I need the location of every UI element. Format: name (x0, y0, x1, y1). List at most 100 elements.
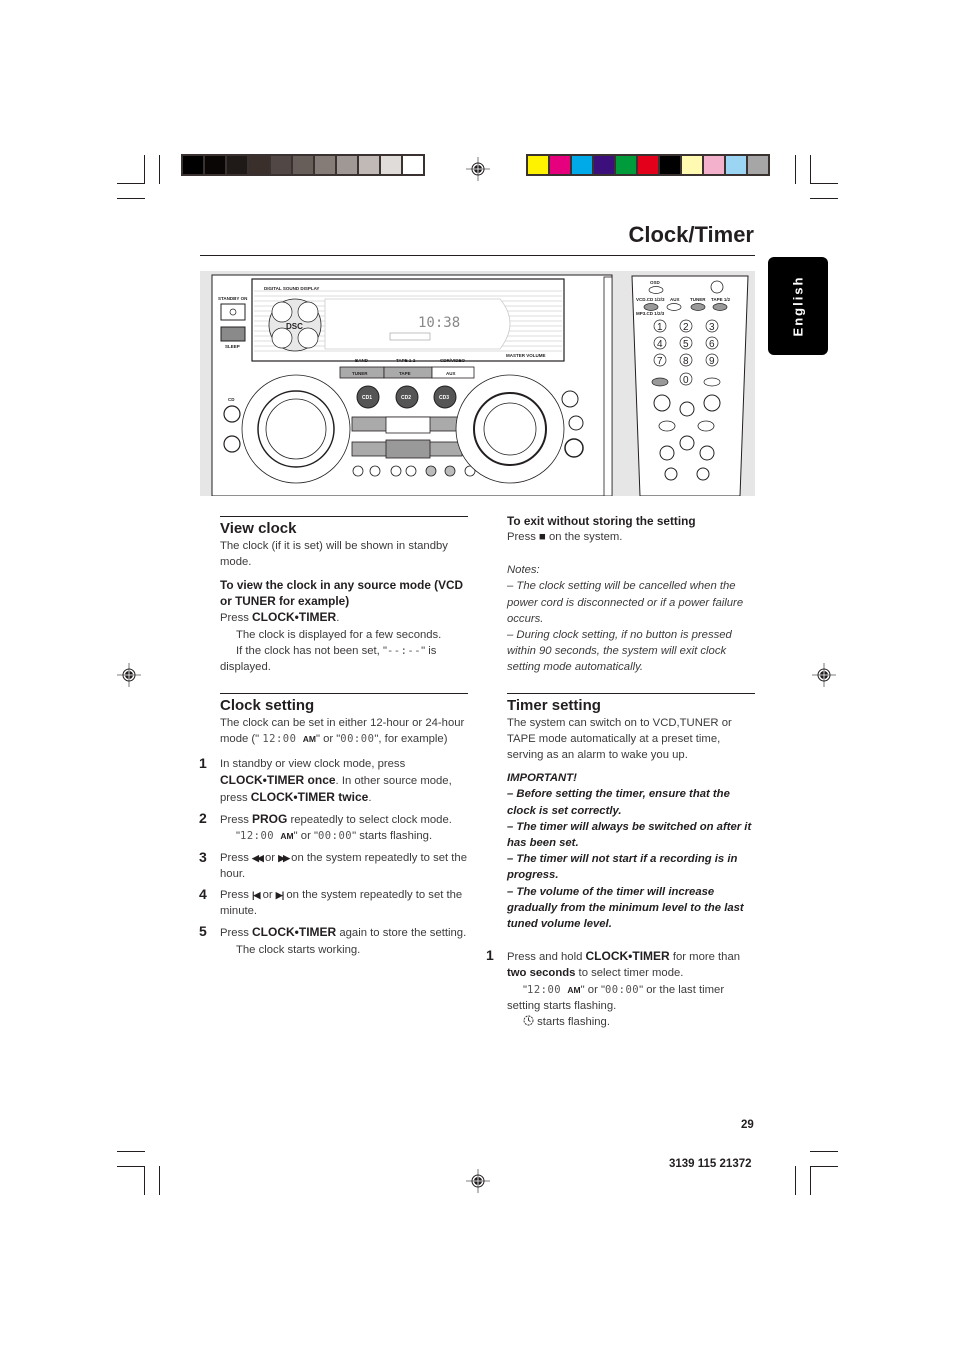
remote-next-button[interactable] (697, 420, 715, 432)
standby-label: STANDBY ON (218, 296, 247, 301)
step-key: two seconds (507, 967, 576, 980)
remote-tape-button[interactable] (712, 303, 728, 311)
rewind-icon: ◀◀ (252, 852, 264, 863)
remote-stop-button[interactable] (679, 435, 695, 451)
remote-digit-label: 7 (657, 356, 663, 367)
cdr-video-label: CDR/VIDEO (440, 358, 466, 363)
important-2: – The timer will always be switched on a… (507, 820, 752, 850)
clock-timer-button[interactable] (444, 465, 456, 477)
press-text: Press (220, 612, 253, 625)
registration-mark-icon (117, 663, 141, 687)
step-result: " starts flashing. (352, 830, 433, 843)
section-rule (507, 692, 755, 694)
color-swatch (594, 156, 614, 174)
page-title: Clock/Timer (628, 222, 754, 247)
step-text: Press (220, 814, 253, 827)
step-result: " or " (293, 830, 318, 843)
result2-a: If the clock has not been set, " (236, 644, 387, 657)
remote-play-pause-button[interactable] (679, 401, 695, 417)
registration-mark-icon (466, 157, 490, 181)
remote-digit-label: 4 (657, 339, 663, 350)
important-label: IMPORTANT! (507, 772, 577, 785)
clock-step-5: 5 Press CLOCK•TIMER again to store the s… (199, 923, 468, 957)
remote-prev-button[interactable] (658, 420, 676, 432)
a-replay-button[interactable] (390, 465, 402, 477)
gray-swatch (337, 156, 357, 174)
remote-aux-button[interactable] (666, 303, 682, 311)
gray-swatch (227, 156, 247, 174)
osd-button[interactable] (648, 286, 664, 294)
step-key: CLOCK•TIMER (585, 949, 670, 964)
exit-text: Press (507, 531, 540, 543)
left-column: View clock The clock (if it is set) will… (199, 516, 468, 958)
sleep-label: SLEEP (225, 344, 240, 349)
gray-swatch (403, 156, 423, 174)
lcd-12h: 12:00 (527, 983, 562, 996)
important-3: – The timer will not start if a recordin… (507, 853, 738, 882)
open-close-button[interactable] (223, 405, 241, 423)
exit-heading: To exit without storing the setting (507, 514, 696, 528)
step-result: starts flashing. (534, 1016, 610, 1029)
dsc-label: DSC (286, 322, 303, 331)
remote-dbb-button[interactable] (664, 467, 678, 481)
view-clock-result-2: If the clock has not been set, "--:--" i… (220, 643, 468, 675)
press-end: . (336, 612, 340, 625)
stop-icon: ■ (539, 531, 546, 543)
prog-button[interactable] (425, 465, 437, 477)
gray-swatch (315, 156, 335, 174)
aux-label: AUX (446, 371, 456, 376)
demo-button[interactable] (561, 390, 579, 408)
color-swatch (550, 156, 570, 174)
headphone-jack[interactable] (564, 438, 584, 458)
important-1: – Before setting the timer, ensure that … (507, 788, 730, 817)
gray-swatch (205, 156, 225, 174)
cd1-label: CD1 (362, 395, 372, 401)
tape-btn-label: TAPE (399, 371, 411, 376)
remote-tuner-button[interactable] (690, 303, 706, 311)
cd-label: CD (228, 397, 235, 402)
remote-rewind-button[interactable] (659, 445, 675, 461)
remote-digit-label: 1 (657, 322, 663, 333)
step-key: CLOCK•TIMER once (220, 772, 336, 787)
intro-b: " or " (315, 733, 341, 746)
view-clock-heading: View clock (220, 520, 297, 537)
volume-up-button[interactable] (703, 394, 721, 412)
color-calibration-bar (526, 154, 770, 176)
timer-step-1: 1 Press and hold CLOCK•TIMER for more th… (486, 947, 755, 1030)
step-number: 3 (199, 848, 207, 865)
remote-prog-button[interactable] (651, 377, 669, 387)
play-pause-button[interactable] (385, 416, 431, 434)
language-tab-label: English (790, 275, 806, 337)
clock-setting-heading: Clock setting (220, 697, 315, 715)
step-text: . (368, 792, 372, 805)
step-number: 5 (199, 923, 207, 940)
step-text: or (259, 889, 276, 902)
am-indicator: AM (567, 984, 581, 995)
step-result: " (236, 830, 241, 843)
return-button[interactable] (369, 465, 381, 477)
step-result: The clock starts working. (236, 943, 361, 956)
step-key: PROG (252, 812, 288, 827)
page-number: 29 (741, 1119, 754, 1131)
remote-ffwd-button[interactable] (699, 445, 715, 461)
record-button[interactable] (405, 465, 417, 477)
mic-jack[interactable] (568, 415, 584, 431)
volume-down-button[interactable] (653, 394, 671, 412)
lcd-dashes: --:-- (386, 644, 422, 657)
rec-button[interactable] (352, 465, 364, 477)
remote-digit-label: 3 (709, 322, 715, 333)
mp3-label: MP3.CD 1/2/3 (636, 311, 665, 316)
remote-dsc-button[interactable] (696, 467, 710, 481)
remote-repeat-button[interactable] (703, 377, 721, 387)
step-key: CLOCK•TIMER (252, 925, 337, 940)
vcd-button[interactable] (643, 303, 659, 311)
disc-change-button[interactable] (223, 435, 241, 453)
remote-power-button[interactable] (710, 280, 724, 294)
standby-button[interactable] (220, 303, 246, 321)
color-swatch (616, 156, 636, 174)
step-number: 2 (199, 810, 207, 827)
color-swatch (682, 156, 702, 174)
stop-button[interactable] (385, 439, 431, 459)
sleep-button[interactable] (220, 326, 246, 342)
timer-icon-flash: starts flashing. (507, 1014, 755, 1030)
